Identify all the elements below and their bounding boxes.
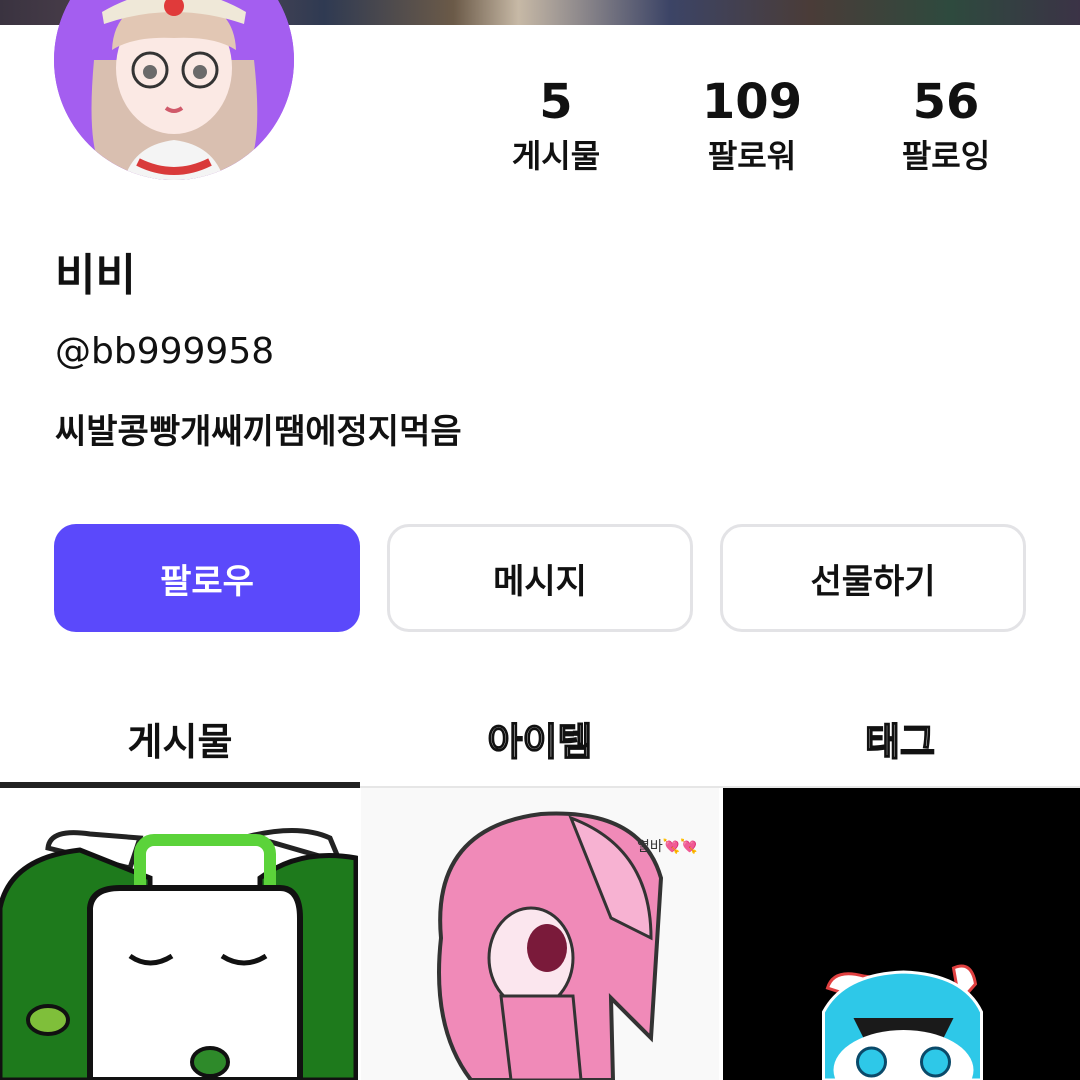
stat-posts-count: 5 xyxy=(539,74,573,130)
cyan-character-thumbnail-icon xyxy=(723,788,1080,1080)
message-button[interactable]: 메시지 xyxy=(387,524,693,632)
pink-character-thumbnail-icon xyxy=(361,788,719,1080)
stat-following-count: 56 xyxy=(912,74,980,130)
post-caption: 열바💘💘 xyxy=(637,839,698,855)
avatar-character-icon xyxy=(54,0,294,180)
stat-following-label: 팔로잉 xyxy=(901,137,991,175)
post-thumbnail-3[interactable] xyxy=(723,788,1080,1080)
tab-tags[interactable]: 태그 xyxy=(720,690,1080,786)
tab-posts[interactable]: 게시물 xyxy=(0,690,360,786)
profile-bio: 씨발콩빵개쌔끼땜에정지먹음 xyxy=(55,412,462,452)
post-thumbnail-1[interactable] xyxy=(0,788,358,1080)
profile-avatar[interactable] xyxy=(54,0,294,180)
user-handle: @bb999958 xyxy=(55,331,275,372)
post-thumbnail-2[interactable]: 열바💘💘 xyxy=(361,788,719,1080)
stat-followers-label: 팔로워 xyxy=(707,137,797,175)
stat-followers[interactable]: 109 팔로워 xyxy=(652,72,852,178)
gift-button[interactable]: 선물하기 xyxy=(720,524,1026,632)
stat-followers-count: 109 xyxy=(701,74,803,130)
stat-following[interactable]: 56 팔로잉 xyxy=(846,72,1046,178)
tab-items[interactable]: 아이템 xyxy=(360,690,720,786)
stat-posts[interactable]: 5 게시물 xyxy=(456,72,656,178)
display-name: 비비 xyxy=(55,250,136,301)
green-character-thumbnail-icon xyxy=(0,788,358,1080)
stat-posts-label: 게시물 xyxy=(511,137,601,175)
follow-button[interactable]: 팔로우 xyxy=(54,524,360,632)
